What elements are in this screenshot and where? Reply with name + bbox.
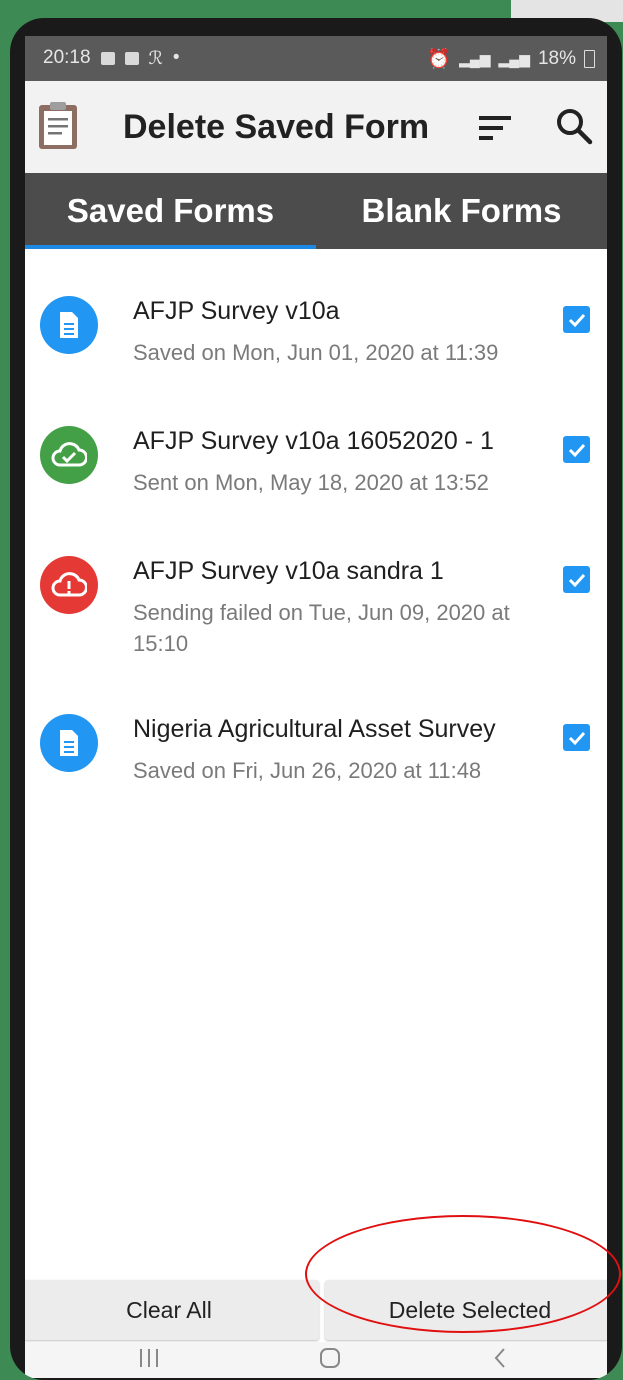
list-item[interactable]: AFJP Survey v10a 16052020 - 1 Sent on Mo…	[25, 379, 607, 509]
tab-saved-forms[interactable]: Saved Forms	[25, 173, 316, 249]
battery-icon	[584, 50, 595, 68]
tab-bar: Saved Forms Blank Forms	[25, 173, 607, 249]
recent-apps-icon[interactable]	[137, 1346, 161, 1370]
cloud-alert-icon	[51, 572, 87, 597]
form-title: AFJP Survey v10a	[133, 297, 340, 325]
back-icon[interactable]	[489, 1346, 513, 1370]
document-icon	[60, 730, 78, 756]
phone-frame: 20:18 ℛ • ⏰ ▂▄▆ ▂▄▆ 18% Delete Saved For…	[10, 18, 622, 1380]
gallery-notification-icon	[100, 51, 115, 65]
form-checkbox[interactable]	[563, 306, 590, 333]
checkmark-icon	[568, 573, 585, 587]
list-item[interactable]: Nigeria Agricultural Asset Survey Saved …	[25, 667, 607, 797]
page-title: Delete Saved Form	[123, 108, 430, 146]
clipboard-icon	[39, 102, 77, 149]
checkmark-icon	[568, 731, 585, 745]
signal-2-icon: ▂▄▆	[498, 50, 530, 67]
form-checkbox[interactable]	[563, 436, 590, 463]
alarm-icon: ⏰	[427, 49, 452, 70]
form-subtitle: Sending failed on Tue, Jun 09, 2020 at 1…	[133, 600, 510, 656]
form-status-avatar	[40, 556, 98, 614]
checkmark-icon	[568, 313, 585, 327]
checkmark-icon	[568, 443, 585, 457]
battery-level: 18%	[537, 48, 576, 69]
cloud-check-icon	[51, 442, 87, 467]
app-bar: Delete Saved Form	[25, 81, 607, 174]
home-icon[interactable]	[318, 1346, 342, 1370]
form-status-avatar	[40, 296, 98, 354]
form-subtitle: Saved on Mon, Jun 01, 2020 at 11:39	[133, 340, 499, 365]
clear-all-button[interactable]: Clear All	[25, 1280, 319, 1340]
status-bar: 20:18 ℛ • ⏰ ▂▄▆ ▂▄▆ 18%	[25, 36, 607, 81]
app-screen: 20:18 ℛ • ⏰ ▂▄▆ ▂▄▆ 18% Delete Saved For…	[25, 36, 607, 1378]
form-checkbox[interactable]	[563, 566, 590, 593]
form-checkbox[interactable]	[563, 724, 590, 751]
form-title: AFJP Survey v10a 16052020 - 1	[133, 427, 494, 455]
action-bar: Clear All Delete Selected	[25, 1276, 607, 1342]
form-status-avatar	[40, 426, 98, 484]
app-notification-icon: ℛ	[148, 47, 163, 68]
form-status-avatar	[40, 714, 98, 772]
system-nav-bar	[25, 1342, 607, 1378]
list-item[interactable]: AFJP Survey v10a sandra 1 Sending failed…	[25, 509, 607, 667]
form-title: AFJP Survey v10a sandra 1	[133, 557, 444, 585]
saved-forms-list: AFJP Survey v10a Saved on Mon, Jun 01, 2…	[25, 249, 607, 797]
form-subtitle: Sent on Mon, May 18, 2020 at 13:52	[133, 470, 489, 495]
document-icon	[60, 312, 78, 338]
signal-icon: ▂▄▆	[459, 50, 491, 67]
delete-selected-button[interactable]: Delete Selected	[325, 1280, 607, 1340]
search-icon[interactable]	[555, 107, 593, 145]
mail-notification-icon	[124, 51, 139, 65]
sort-icon[interactable]	[477, 113, 513, 143]
list-item[interactable]: AFJP Survey v10a Saved on Mon, Jun 01, 2…	[25, 249, 607, 379]
status-dot: •	[172, 47, 180, 68]
form-subtitle: Saved on Fri, Jun 26, 2020 at 11:48	[133, 758, 482, 783]
form-title: Nigeria Agricultural Asset Survey	[133, 715, 496, 743]
tab-blank-forms[interactable]: Blank Forms	[316, 173, 607, 249]
status-time: 20:18	[43, 47, 91, 68]
